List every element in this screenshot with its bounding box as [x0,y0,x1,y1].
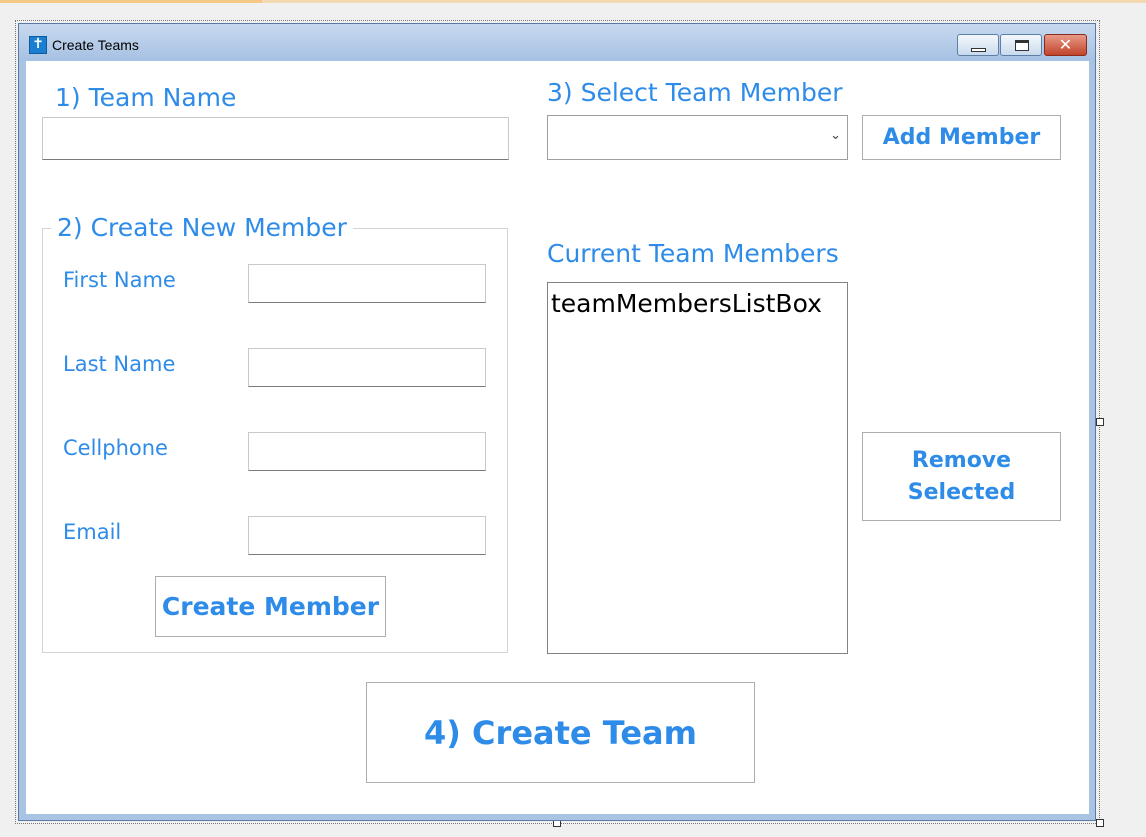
app-window-icon: ✝ [29,36,47,54]
form-client-area: 1) Team Name 3) Select Team Member ⌄ Add… [26,61,1089,814]
cellphone-input[interactable] [248,432,486,471]
cellphone-label: Cellphone [63,436,168,460]
add-member-label: Add Member [882,125,1041,150]
first-name-input[interactable] [248,264,486,303]
team-members-listbox[interactable]: teamMembersListBox [547,282,848,654]
create-member-button[interactable]: Create Member [155,576,386,637]
resize-handle-corner[interactable] [1096,819,1104,827]
top-accent-strip [0,0,1146,3]
last-name-label: Last Name [63,352,176,376]
last-name-input[interactable] [248,348,486,387]
remove-selected-label-line1: Remove [911,447,1012,473]
top-accent-highlight [0,0,262,3]
create-team-label: 4) Create Team [424,713,697,752]
create-teams-window: ✝ Create Teams ✕ 1) Team Name 3) Select … [18,23,1096,821]
minimize-icon[interactable] [957,34,999,56]
close-button[interactable]: ✕ [1044,34,1087,56]
remove-selected-label-line2: Selected [907,479,1016,505]
add-member-button[interactable]: Add Member [862,115,1061,160]
title-bar[interactable]: ✝ Create Teams ✕ [19,24,1095,61]
list-item[interactable]: teamMembersListBox [551,289,822,318]
first-name-label: First Name [63,268,176,292]
email-input[interactable] [248,516,486,555]
window-title: Create Teams [52,37,139,53]
remove-selected-button[interactable]: Remove Selected [862,432,1061,521]
email-label: Email [63,520,122,544]
create-new-member-legend: 2) Create New Member [51,213,353,242]
select-team-member-dropdown[interactable]: ⌄ [547,115,848,160]
resize-handle-right[interactable] [1096,418,1104,426]
team-name-label: 1) Team Name [55,83,237,112]
create-member-label: Create Member [161,592,380,621]
close-icon: ✕ [1058,35,1073,54]
maximize-icon[interactable] [1000,34,1042,56]
select-team-member-label: 3) Select Team Member [547,78,843,107]
chevron-down-icon: ⌄ [830,128,841,143]
current-team-members-label: Current Team Members [547,239,839,268]
team-name-input[interactable] [42,117,509,160]
create-team-button[interactable]: 4) Create Team [366,682,755,783]
